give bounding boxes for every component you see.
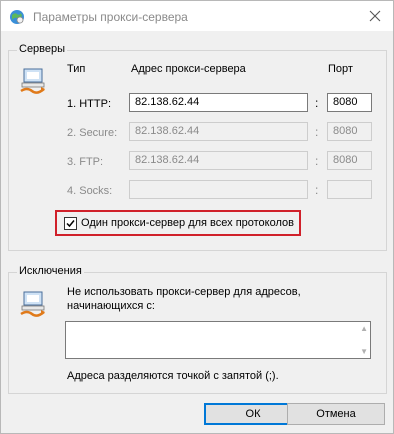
checkmark-icon	[66, 220, 75, 228]
socks-label: 4. Socks:	[67, 185, 113, 197]
column-address-label: Адрес прокси-сервера	[131, 63, 246, 75]
scroll-down-icon[interactable]: ▼	[360, 347, 368, 356]
exceptions-description-line2: начинающихся с:	[67, 300, 155, 312]
http-label: 1. HTTP:	[67, 98, 112, 110]
window-title: Параметры прокси-сервера	[33, 10, 188, 24]
exceptions-textarea[interactable]: ▲ ▼	[65, 321, 371, 359]
http-colon: :	[315, 96, 319, 110]
close-icon	[369, 10, 381, 22]
http-port-input[interactable]: 8080	[327, 93, 372, 112]
exceptions-hint: Адреса разделяются точкой с запятой (;).	[67, 370, 279, 382]
scroll-up-icon[interactable]: ▲	[360, 324, 368, 333]
column-type-label: Тип	[67, 63, 86, 75]
secure-address-input[interactable]: 82.138.62.44	[129, 122, 308, 141]
secure-port-input[interactable]: 8080	[327, 122, 372, 141]
internet-options-icon	[9, 9, 25, 25]
secure-colon: :	[315, 125, 319, 139]
proxy-settings-dialog: Параметры прокси-сервера Серверы Тип Адр…	[0, 0, 394, 434]
same-proxy-label[interactable]: Один прокси-сервер для всех протоколов	[81, 217, 294, 229]
ftp-label: 3. FTP:	[67, 156, 104, 168]
title-bar: Параметры прокси-сервера	[1, 1, 393, 31]
same-proxy-checkbox[interactable]	[64, 217, 77, 230]
secure-label: 2. Secure:	[67, 127, 118, 139]
network-computer-icon	[18, 67, 48, 100]
column-port-label: Порт	[328, 63, 353, 75]
socks-colon: :	[315, 183, 319, 197]
ftp-colon: :	[315, 154, 319, 168]
ftp-address-input[interactable]: 82.138.62.44	[129, 151, 308, 170]
socks-address-input[interactable]	[129, 180, 308, 199]
http-address-input[interactable]: 82.138.62.44	[129, 93, 308, 112]
ftp-port-input[interactable]: 8080	[327, 151, 372, 170]
exceptions-description: Не использовать прокси-сервер для адресо…	[67, 286, 301, 298]
network-computer-icon	[18, 290, 48, 323]
exceptions-group-label: Исключения	[17, 265, 84, 277]
close-button[interactable]	[363, 5, 387, 27]
cancel-button[interactable]: Отмена	[287, 403, 385, 425]
socks-port-input[interactable]	[327, 180, 372, 199]
servers-group-label: Серверы	[17, 43, 68, 55]
